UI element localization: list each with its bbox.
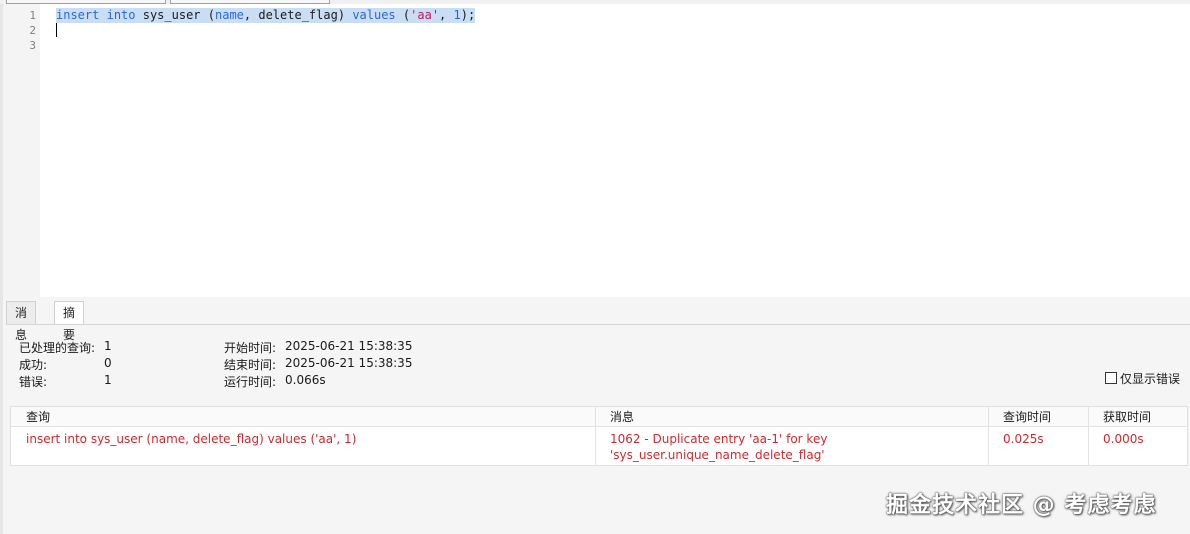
punctuation: ); (460, 8, 476, 22)
line-number: 1 (29, 9, 36, 22)
column-header-query[interactable]: 查询 (11, 407, 595, 427)
message-line: 'sys_user.unique_name_delete_flag' (610, 448, 825, 462)
error-label: 错误: (19, 375, 48, 389)
errors-only-label: 仅显示错误 (1120, 371, 1181, 386)
result-grid: 查询 消息 查询时间 获取时间 insert into sys_user (na… (10, 406, 1188, 466)
processed-label: 已处理的查询: (19, 341, 96, 355)
table-name: sys_user (142, 8, 201, 22)
column-name: name (215, 8, 244, 22)
cell-query-time[interactable]: 0.025s (988, 427, 1088, 465)
keyword: into (106, 8, 136, 22)
keyword: insert (56, 8, 100, 22)
column-header-fetch-time[interactable]: 获取时间 (1088, 407, 1187, 427)
cell-query[interactable]: insert into sys_user (name, delete_flag)… (11, 427, 595, 465)
start-time-label: 开始时间: (224, 341, 277, 355)
column-name: delete_flag (258, 8, 338, 22)
line-number: 2 (29, 24, 36, 37)
sql-editor[interactable] (0, 4, 1190, 297)
text-caret (56, 23, 57, 37)
punctuation: ) (337, 8, 346, 22)
end-time-value: 2025-06-21 15:38:35 (285, 356, 413, 370)
error-value: 1 (104, 373, 112, 387)
message-line: 1062 - Duplicate entry 'aa-1' for key (610, 432, 828, 446)
run-time-value: 0.066s (285, 373, 326, 387)
end-time-label: 结束时间: (224, 358, 277, 372)
watermark: 掘金技术社区 @ 考虑考虑 (886, 493, 1157, 518)
tab-summary[interactable]: 摘要 (54, 301, 85, 342)
processed-value: 1 (104, 339, 112, 353)
punctuation: , (439, 8, 454, 22)
string-literal: 'aa' (410, 8, 440, 22)
column-header-message[interactable]: 消息 (595, 407, 988, 427)
punctuation: ( (207, 8, 215, 22)
run-time-label: 运行时间: (224, 375, 277, 389)
line-number: 3 (29, 39, 36, 52)
keyword: values (352, 8, 396, 22)
cell-fetch-time[interactable]: 0.000s (1088, 427, 1187, 465)
column-header-query-time[interactable]: 查询时间 (988, 407, 1088, 427)
line-number-gutter: 1 2 3 (3, 4, 40, 297)
tab-messages[interactable]: 消息 (6, 301, 37, 342)
punctuation: , (243, 8, 259, 22)
errors-only-toggle[interactable]: 仅显示错误 (1105, 371, 1181, 386)
code-line-1[interactable]: insert into sys_user (name, delete_flag)… (56, 8, 476, 23)
errors-only-checkbox[interactable] (1105, 372, 1117, 384)
success-value: 0 (104, 356, 112, 370)
start-time-value: 2025-06-21 15:38:35 (285, 339, 413, 353)
tab-divider (6, 324, 1190, 325)
number-literal: 1 (453, 8, 461, 22)
success-label: 成功: (19, 358, 48, 372)
cell-message[interactable]: 1062 - Duplicate entry 'aa-1' for key 's… (595, 427, 988, 465)
